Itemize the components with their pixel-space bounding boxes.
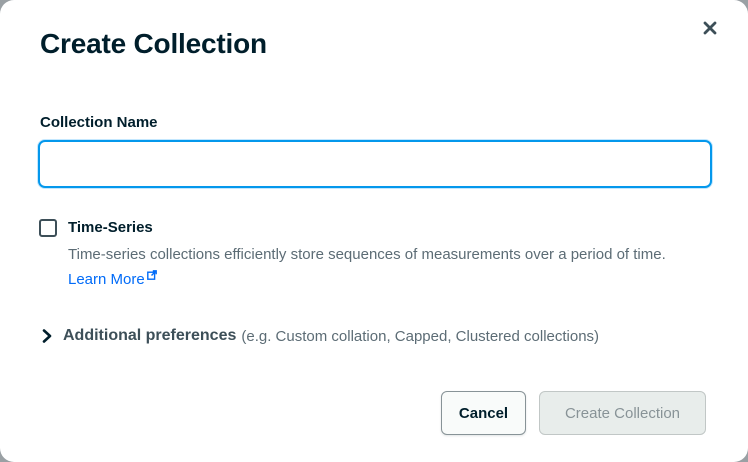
- dialog-title: Create Collection: [40, 28, 267, 59]
- learn-more-link[interactable]: Learn More: [68, 270, 157, 288]
- additional-preferences-toggle[interactable]: Additional preferences (e.g. Custom coll…: [42, 327, 599, 345]
- collection-name-label: Collection Name: [40, 114, 158, 131]
- time-series-description-text: Time-series collections efficiently stor…: [68, 246, 666, 263]
- time-series-checkbox[interactable]: [39, 219, 57, 237]
- additional-preferences-title: Additional preferences: [63, 327, 237, 344]
- create-collection-button[interactable]: Create Collection: [539, 391, 706, 435]
- additional-preferences-hint: (e.g. Custom collation, Capped, Clustere…: [241, 327, 600, 345]
- chevron-right-icon: [42, 328, 56, 344]
- learn-more-label: Learn More: [68, 271, 145, 288]
- time-series-description: Time-series collections efficiently stor…: [68, 242, 708, 292]
- close-button[interactable]: [699, 17, 721, 39]
- cancel-button[interactable]: Cancel: [441, 391, 526, 435]
- create-collection-dialog: Create Collection Collection Name Time-S…: [0, 0, 748, 462]
- collection-name-input[interactable]: [38, 140, 712, 188]
- close-icon: [703, 21, 717, 35]
- external-link-icon: [146, 270, 157, 280]
- time-series-label: Time-Series: [68, 219, 153, 236]
